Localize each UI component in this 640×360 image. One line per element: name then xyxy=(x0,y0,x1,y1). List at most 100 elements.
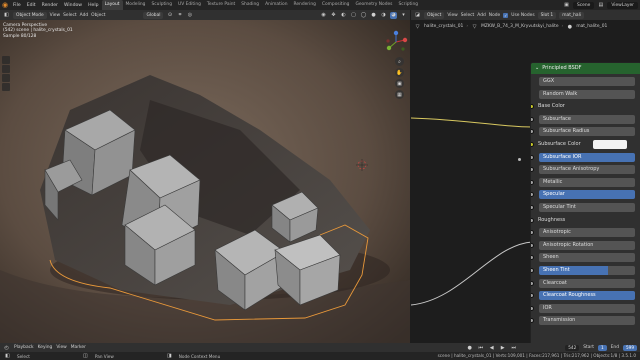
node-menu-node[interactable]: Node xyxy=(489,13,500,18)
node-input-subsurface-ior[interactable]: Subsurface IOR xyxy=(539,152,635,162)
shading-rendered-icon[interactable]: ◕ xyxy=(390,11,397,19)
node-input-transmission[interactable]: Transmission xyxy=(539,316,635,326)
input-socket[interactable] xyxy=(531,129,534,135)
xray-icon[interactable]: ▢ xyxy=(350,12,357,19)
use-nodes-checkbox[interactable]: ✓ xyxy=(503,12,509,18)
input-socket[interactable] xyxy=(531,179,534,185)
input-socket[interactable] xyxy=(531,192,534,198)
editor-type-timeline-icon[interactable]: ◴ xyxy=(3,344,10,351)
node-input-anisotropic[interactable]: Anisotropic xyxy=(539,228,635,238)
node-input-random-walk[interactable]: Random Walk xyxy=(539,89,635,99)
workspace-tab-rendering[interactable]: Rendering xyxy=(290,0,318,10)
node-input-sheen[interactable]: Sheen xyxy=(539,253,635,263)
menu-edit[interactable]: Edit xyxy=(24,3,39,8)
collapse-chevron-icon[interactable]: ⌄ xyxy=(535,63,539,74)
menu-file[interactable]: File xyxy=(10,3,24,8)
input-socket[interactable] xyxy=(531,154,534,160)
input-socket[interactable] xyxy=(531,205,534,210)
node-input-sheen-tint[interactable]: Sheen Tint xyxy=(539,266,635,275)
node-menu-select[interactable]: Select xyxy=(461,13,475,18)
viewport-menu-add[interactable]: Add xyxy=(80,13,89,18)
node-menu-view[interactable]: View xyxy=(447,13,457,18)
material-name-field[interactable]: mat_hali xyxy=(559,11,585,19)
input-socket[interactable] xyxy=(531,318,534,324)
editor-type-shader-icon[interactable]: ◪ xyxy=(414,12,421,19)
principled-bsdf-node[interactable]: ⌄ Principled BSDF GGX Random Walk Base Col… xyxy=(530,62,640,343)
3d-viewport[interactable]: Camera Perspective (542) scene | halite_… xyxy=(0,20,410,343)
input-socket[interactable] xyxy=(531,280,534,286)
navigation-gizmo[interactable] xyxy=(384,30,408,54)
workspace-tab-shading[interactable]: Shading xyxy=(238,0,262,10)
shading-solid-icon[interactable]: ● xyxy=(370,12,377,19)
shader-node-editor[interactable]: ▽ halite_crystals_01 › ▽ MZKW_B_74_3_M_K… xyxy=(411,20,640,343)
end-frame-field[interactable]: 599 xyxy=(623,344,637,351)
overlays-icon[interactable]: ◐ xyxy=(340,12,347,19)
input-socket[interactable] xyxy=(531,217,534,223)
proportional-edit-icon[interactable]: ◎ xyxy=(186,12,193,19)
snap-icon[interactable]: ⌗ xyxy=(176,12,183,19)
rotate-tool-icon[interactable] xyxy=(2,83,10,91)
perspective-toggle-icon[interactable]: ▦ xyxy=(395,90,404,99)
workspace-tab-compositing[interactable]: Compositing xyxy=(319,0,353,10)
node-menu-add[interactable]: Add xyxy=(477,13,486,18)
node-input-specular[interactable]: Specular xyxy=(539,190,635,200)
timeline-menu-playback[interactable]: Playback xyxy=(14,345,34,350)
workspace-tab-scripting[interactable]: Scripting xyxy=(395,0,421,10)
node-input-subsurface[interactable]: Subsurface xyxy=(539,114,635,124)
shading-wireframe-icon[interactable]: ◯ xyxy=(360,12,367,19)
start-frame-field[interactable]: 1 xyxy=(597,344,607,351)
input-socket[interactable] xyxy=(531,293,534,299)
viewport-menu-object[interactable]: Object xyxy=(91,13,105,18)
menu-render[interactable]: Render xyxy=(39,3,61,8)
play-reverse-icon[interactable]: ◀ xyxy=(488,344,495,351)
input-socket[interactable] xyxy=(531,255,534,261)
node-input-ggx[interactable]: GGX xyxy=(539,77,635,86)
node-input-roughness[interactable]: Roughness xyxy=(538,216,634,225)
gizmo-icon[interactable]: ✥ xyxy=(330,12,337,19)
link-reroute-dot[interactable] xyxy=(518,158,521,161)
subsurface-color-swatch[interactable] xyxy=(593,140,627,149)
jump-end-icon[interactable]: ⏭ xyxy=(510,344,517,351)
select-tool-icon[interactable] xyxy=(2,56,10,64)
input-socket[interactable] xyxy=(531,104,534,110)
input-socket[interactable] xyxy=(531,116,534,122)
view-layer-selector[interactable]: ViewLayer xyxy=(607,1,638,9)
input-socket[interactable] xyxy=(531,242,534,248)
node-input-specular-tint[interactable]: Specular Tint xyxy=(539,203,635,212)
workspace-tab-modeling[interactable]: Modeling xyxy=(123,0,149,10)
visibility-icon[interactable]: ◉ xyxy=(320,12,327,19)
move-tool-icon[interactable] xyxy=(2,74,10,82)
input-socket[interactable] xyxy=(531,268,534,273)
node-input-subsurface-radius[interactable]: Subsurface Radius xyxy=(539,127,635,137)
workspace-tab-uv-editing[interactable]: UV Editing xyxy=(175,0,204,10)
node-input-subsurface-anisotropy[interactable]: Subsurface Anisotropy xyxy=(539,165,635,175)
shader-type-dropdown[interactable]: Object xyxy=(424,11,445,19)
current-frame-field[interactable]: 542 xyxy=(565,344,580,351)
node-input-base-color[interactable]: Base Color xyxy=(538,102,634,111)
input-socket[interactable] xyxy=(531,167,534,173)
shading-material-icon[interactable]: ◑ xyxy=(380,12,387,19)
shading-options-icon[interactable]: ▾ xyxy=(400,12,407,19)
node-input-metallic[interactable]: Metallic xyxy=(539,177,635,187)
workspace-tab-sculpting[interactable]: Sculpting xyxy=(148,0,175,10)
input-socket[interactable] xyxy=(531,142,534,147)
record-icon[interactable]: ● xyxy=(466,344,473,351)
object-mode-dropdown[interactable]: Object Mode xyxy=(13,11,47,19)
transform-orientation-dropdown[interactable]: Global xyxy=(143,11,164,19)
input-socket[interactable] xyxy=(531,230,534,236)
menu-window[interactable]: Window xyxy=(61,3,85,8)
workspace-tab-texture-paint[interactable]: Texture Paint xyxy=(204,0,238,10)
play-icon[interactable]: ▶ xyxy=(499,344,506,351)
node-input-anisotropic-rotation[interactable]: Anisotropic Rotation xyxy=(539,240,635,250)
timeline-menu-keying[interactable]: Keying xyxy=(38,345,53,350)
node-input-clearcoat-roughness[interactable]: Clearcoat Roughness xyxy=(539,291,635,301)
viewport-menu-view[interactable]: View xyxy=(50,13,60,18)
node-header[interactable]: ⌄ Principled BSDF xyxy=(531,63,640,74)
material-slot-dropdown[interactable]: Slot 1 xyxy=(537,11,557,19)
node-input-ior[interactable]: IOR xyxy=(539,303,635,313)
workspace-tab-layout[interactable]: Layout xyxy=(101,0,123,10)
scene-selector[interactable]: Scene xyxy=(572,1,595,9)
timeline-menu-marker[interactable]: Marker xyxy=(71,345,86,350)
workspace-tab-geometry-nodes[interactable]: Geometry Nodes xyxy=(352,0,395,10)
node-input-clearcoat[interactable]: Clearcoat xyxy=(539,278,635,288)
